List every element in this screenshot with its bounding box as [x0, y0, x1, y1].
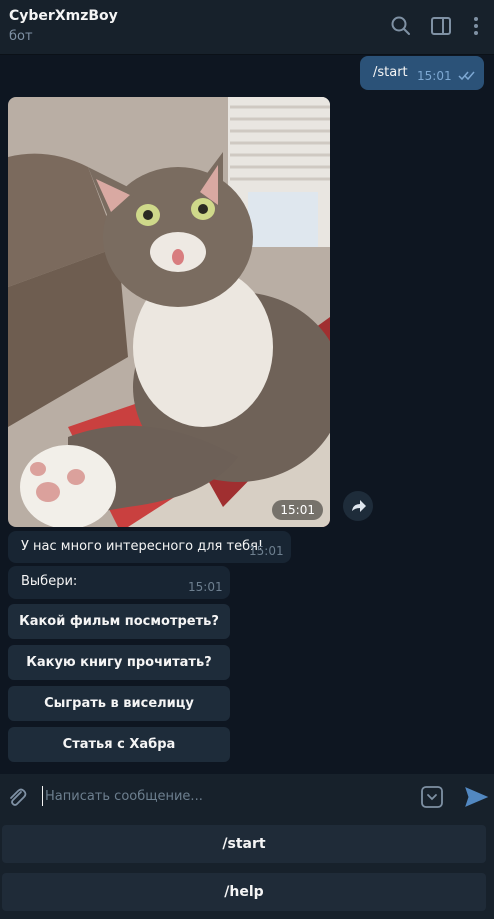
outgoing-message-time: 15:01	[417, 69, 452, 83]
chat-title[interactable]: CyberXmzBoy	[9, 8, 118, 24]
incoming-message-text: У нас много интересного для тебя!	[21, 539, 264, 554]
sidebar-toggle-icon[interactable]	[429, 14, 453, 38]
incoming-message-time: 15:01	[249, 544, 284, 558]
message-input[interactable]: Написать сообщение...	[45, 789, 203, 804]
incoming-message[interactable]: У нас много интересного для тебя! 15:01	[8, 531, 291, 563]
send-icon[interactable]	[463, 784, 489, 810]
outgoing-message-text: /start	[373, 65, 408, 80]
bot-keyboard-icon[interactable]	[420, 785, 444, 809]
inline-button-hangman[interactable]: Сыграть в виселицу	[8, 686, 230, 721]
photo-time: 15:01	[272, 500, 323, 520]
incoming-message-text: Выбери:	[21, 574, 78, 589]
share-arrow-icon	[352, 500, 366, 512]
more-options-icon[interactable]	[464, 14, 488, 38]
cat-photo	[8, 97, 330, 527]
keyboard-button-start[interactable]: /start	[2, 825, 486, 863]
inline-button-movie[interactable]: Какой фильм посмотреть?	[8, 604, 230, 639]
inline-button-book[interactable]: Какую книгу прочитать?	[8, 645, 230, 680]
chat-header: CyberXmzBoy бот	[0, 0, 494, 55]
text-caret	[42, 786, 43, 806]
forward-button[interactable]	[343, 491, 373, 521]
incoming-message[interactable]: Выбери: 15:01	[8, 566, 230, 599]
outgoing-message[interactable]: /start 15:01	[360, 56, 484, 90]
attach-icon[interactable]	[5, 785, 29, 809]
read-checkmarks-icon	[458, 71, 475, 81]
keyboard-button-help[interactable]: /help	[2, 873, 486, 911]
search-icon[interactable]	[389, 14, 413, 38]
message-composer: Написать сообщение...	[0, 774, 494, 820]
reply-keyboard: /start /help	[0, 820, 494, 919]
inline-button-habr[interactable]: Статья с Хабра	[8, 727, 230, 762]
incoming-message-time: 15:01	[188, 580, 223, 594]
chat-subtitle: бот	[9, 29, 33, 44]
photo-message[interactable]: 15:01	[8, 97, 330, 527]
